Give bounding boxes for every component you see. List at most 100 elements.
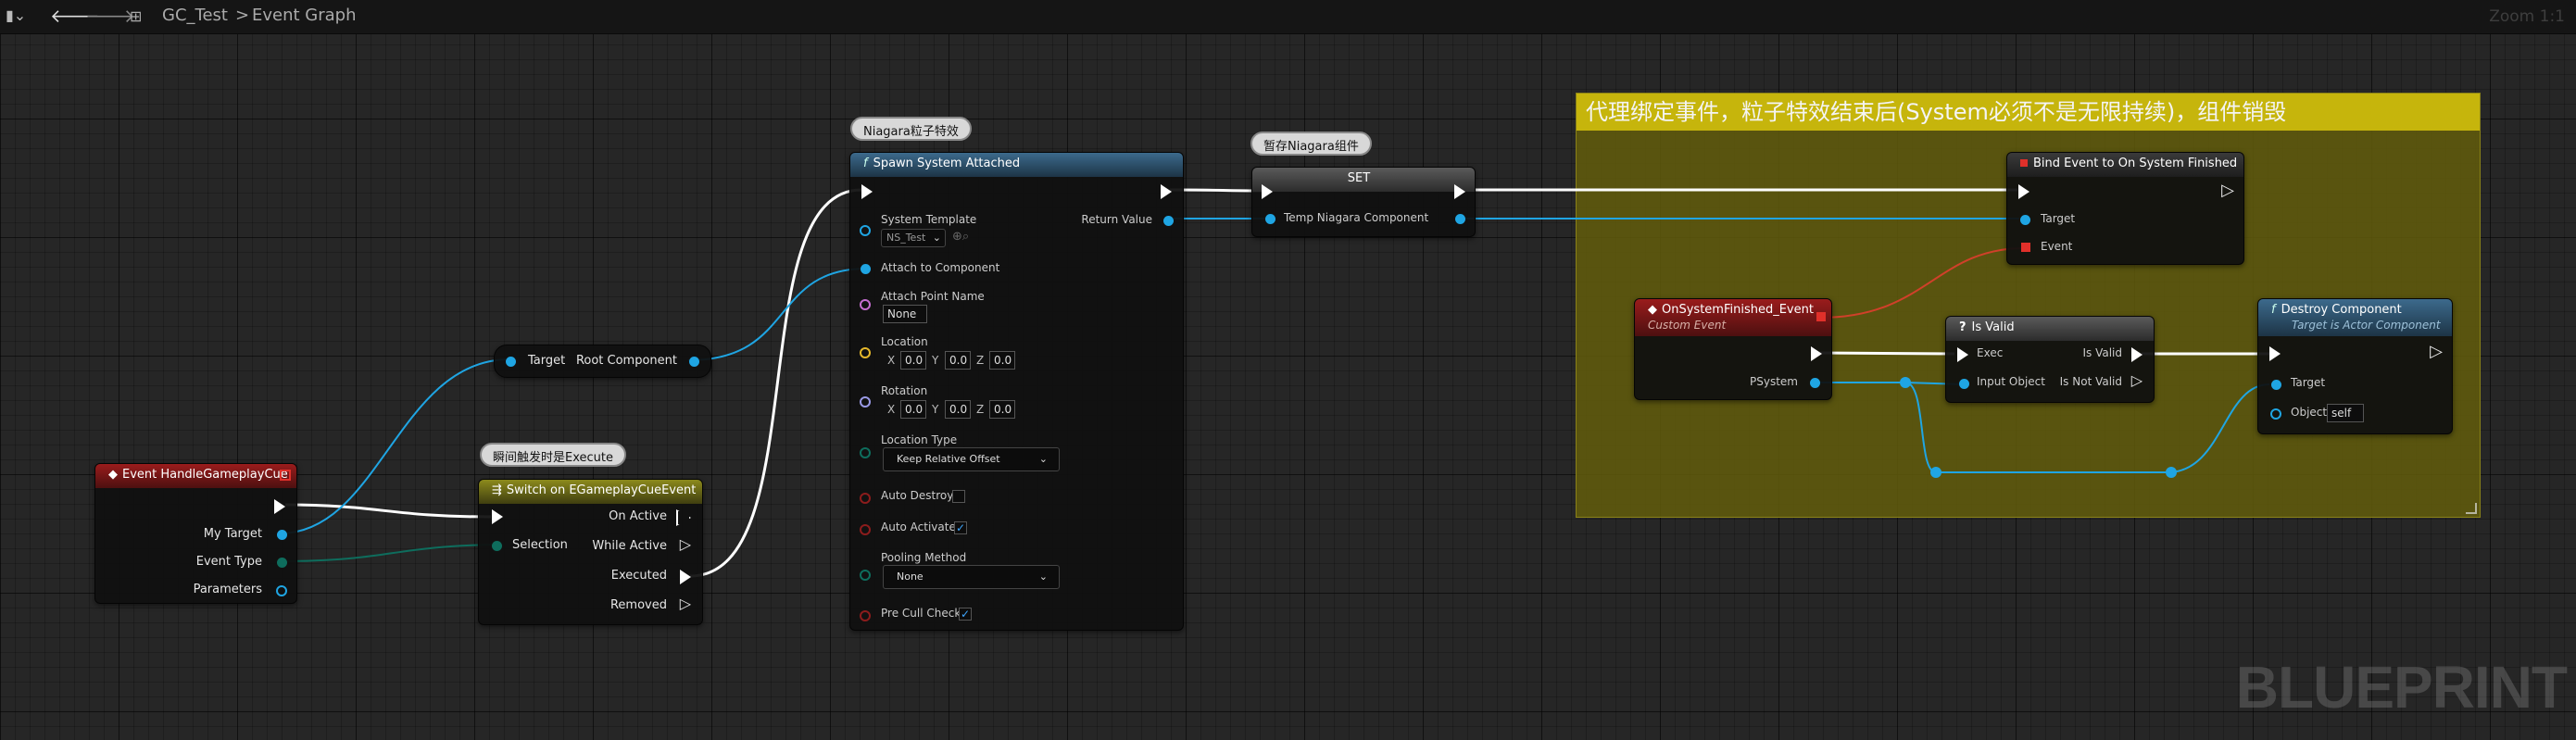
pin-label: Location [881, 335, 928, 348]
return-value-pin[interactable] [1163, 216, 1174, 226]
exec-output-pin[interactable] [1454, 184, 1465, 199]
root-component-pin[interactable] [689, 357, 699, 367]
function-icon: f [863, 157, 868, 170]
auto-destroy-pin[interactable] [860, 493, 871, 504]
bubble-text: Niagara粒子特效 [863, 125, 959, 139]
rotation-z-field[interactable]: 0.0 [989, 400, 1015, 419]
exec-output-pin[interactable] [1811, 346, 1822, 361]
attach-to-component-pin[interactable] [861, 264, 871, 274]
exec-input-pin[interactable] [492, 509, 503, 524]
system-template-dropdown[interactable]: NS_Test ⌄ [881, 229, 946, 247]
exec-output-pin[interactable]: ▷ [2430, 342, 2443, 361]
is-valid-node[interactable]: ? Is Valid Exec Is Valid Input Object Is … [1945, 316, 2155, 403]
exec-wire [1817, 351, 1955, 356]
object-field[interactable]: self [2327, 404, 2364, 422]
node-header: f Spawn System Attached [850, 153, 1183, 177]
pin-label: Event Type [195, 555, 262, 569]
node-title: Event HandleGameplayCue [122, 468, 288, 482]
location-y-field[interactable]: 0.0 [945, 351, 971, 370]
removed-pin[interactable]: ▷ [680, 595, 691, 612]
exec-output-pin[interactable] [1161, 184, 1172, 199]
pooling-method-pin[interactable] [860, 570, 871, 581]
delegate-output-pin[interactable] [280, 470, 291, 481]
attach-point-name-field[interactable]: None [883, 305, 927, 323]
while-active-pin[interactable]: ▷ [680, 535, 691, 553]
exec-input-pin[interactable] [2018, 184, 2029, 199]
question-icon: ? [1959, 320, 1967, 334]
location-type-pin[interactable] [860, 447, 871, 458]
input-object-pin[interactable] [1959, 379, 1969, 389]
bubble-text: 瞬间触发时是Execute [493, 451, 613, 465]
is-valid-exec-pin[interactable] [2131, 347, 2142, 362]
attach-point-name-pin[interactable] [860, 299, 871, 310]
pin-label: Rotation [881, 384, 928, 397]
parameters-pin[interactable] [276, 585, 287, 596]
node-title: Bind Event to On System Finished [2033, 157, 2238, 170]
location-x-field[interactable]: 0.0 [900, 351, 926, 370]
exec-input-pin[interactable] [2269, 346, 2281, 361]
pooling-method-dropdown[interactable]: None ⌄ [883, 565, 1060, 589]
executed-pin[interactable] [680, 570, 691, 584]
switch-on-egameplaycueevent-node[interactable]: ⇶ Switch on EGameplayCueEvent On Active S… [478, 479, 703, 625]
spawn-system-attached-node[interactable]: f Spawn System Attached System Template N… [849, 152, 1184, 631]
selection-pin[interactable] [492, 541, 502, 551]
exec-wire [284, 503, 492, 519]
exec-output-pin[interactable]: ▷ [2221, 181, 2234, 200]
get-root-component-node[interactable]: Target Root Component [494, 345, 711, 378]
destroy-component-node[interactable]: f Destroy Component Target is Actor Compo… [2257, 298, 2453, 434]
target-pin[interactable] [506, 357, 516, 367]
delegate-wire [1819, 247, 2025, 319]
object-pin[interactable] [2270, 408, 2281, 420]
event-handle-gameplay-cue-node[interactable]: ◆ Event HandleGameplayCue My Target Event… [94, 463, 297, 604]
on-active-pin[interactable] [676, 509, 691, 526]
pre-cull-check-checkbox[interactable]: ✓ [959, 608, 972, 621]
exec-output-pin[interactable] [274, 499, 285, 514]
comment-bubble[interactable]: 暂存Niagara组件 [1250, 132, 1372, 156]
switch-icon: ⇶ [492, 483, 502, 497]
pre-cull-check-pin[interactable] [860, 610, 871, 621]
chevron-down-icon: ⌄ [1038, 571, 1048, 583]
node-title: SET [1347, 171, 1371, 185]
exec-input-pin[interactable] [861, 184, 873, 199]
rotation-y-field[interactable]: 0.0 [945, 400, 971, 419]
exec-input-pin[interactable] [1262, 184, 1273, 199]
node-subtitle: Target is Actor Component [2292, 319, 2441, 332]
pin-label: Target [2291, 376, 2326, 389]
x-label: X [887, 403, 896, 416]
comment-bubble[interactable]: Niagara粒子特效 [850, 117, 972, 141]
auto-activate-checkbox[interactable]: ✓ [954, 521, 967, 534]
browse-icon[interactable]: ⊕⌕ [952, 230, 969, 244]
bind-event-node[interactable]: Bind Event to On System Finished ▷ Targe… [2006, 152, 2244, 265]
location-type-dropdown[interactable]: Keep Relative Offset ⌄ [883, 447, 1060, 471]
is-not-valid-pin[interactable]: ▷ [2131, 371, 2142, 389]
auto-destroy-checkbox[interactable] [952, 490, 965, 503]
bubble-text: 暂存Niagara组件 [1263, 140, 1359, 154]
object-wire [687, 268, 868, 361]
target-pin[interactable] [2020, 215, 2030, 225]
location-pin[interactable] [860, 347, 871, 358]
pin-label: Selection [512, 538, 568, 552]
enum-wire [279, 544, 496, 562]
rotation-pin[interactable] [860, 396, 871, 408]
pin-label: Target [2041, 212, 2076, 225]
location-z-field[interactable]: 0.0 [989, 351, 1015, 370]
comment-bubble[interactable]: 瞬间触发时是Execute [480, 443, 626, 467]
psystem-pin[interactable] [1810, 378, 1820, 388]
custom-event-node[interactable]: ◆ OnSystemFinished_Event Custom Event PSy… [1634, 298, 1832, 400]
event-delegate-pin[interactable] [2021, 243, 2030, 252]
temp-niagara-input-pin[interactable] [1265, 214, 1275, 224]
reroute-node [1900, 377, 1911, 388]
set-variable-node[interactable]: SET Temp Niagara Component [1251, 167, 1476, 237]
delegate-output-pin[interactable] [1816, 312, 1826, 321]
exec-input-pin[interactable] [1957, 347, 1968, 362]
temp-niagara-output-pin[interactable] [1455, 214, 1465, 224]
my-target-pin[interactable] [277, 530, 287, 540]
system-template-pin[interactable] [860, 225, 871, 236]
rotation-x-field[interactable]: 0.0 [900, 400, 926, 419]
object-wire [279, 358, 510, 534]
auto-activate-pin[interactable] [860, 524, 871, 535]
pin-label: Root Component [575, 354, 677, 368]
target-pin[interactable] [2271, 380, 2281, 390]
event-type-pin[interactable] [277, 558, 287, 568]
reroute-node [2166, 467, 2177, 478]
